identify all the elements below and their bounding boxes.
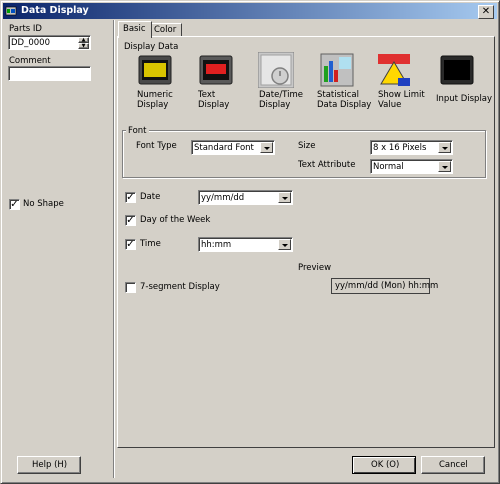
display-type-input[interactable]: Input Display: [434, 52, 494, 114]
close-button[interactable]: ✕: [478, 5, 494, 19]
day-of-week-checkbox[interactable]: ✓: [125, 215, 136, 226]
font-type-label: Font Type: [136, 141, 177, 151]
tab-basic[interactable]: Basic: [118, 21, 152, 38]
chevron-down-icon[interactable]: [438, 161, 451, 172]
ok-button-label: OK (O): [371, 460, 400, 470]
app-icon: [5, 6, 17, 16]
text-attribute-select[interactable]: Normal: [370, 159, 453, 174]
time-format-value: hh:mm: [201, 240, 232, 250]
display-type-date-time[interactable]: Date/Time Display: [256, 52, 306, 114]
size-select[interactable]: 8 x 16 Pixels: [370, 140, 453, 155]
tab-basic-label: Basic: [123, 24, 146, 34]
text-attribute-value: Normal: [373, 162, 404, 172]
preview-value: yy/mm/dd (Mon) hh:mm: [335, 281, 439, 291]
text-display-label: Text Display: [198, 90, 230, 110]
time-label: Time: [140, 239, 161, 249]
preview-label: Preview: [298, 263, 332, 273]
date-checkbox[interactable]: ✓: [125, 192, 136, 203]
display-type-show-limit[interactable]: Show Limit Value: [376, 52, 426, 114]
chevron-down-icon[interactable]: [260, 142, 273, 153]
seven-segment-checkbox[interactable]: [125, 282, 136, 293]
text-display-icon: [198, 52, 234, 88]
window-title: Data Display: [21, 5, 89, 16]
show-limit-value-icon: [376, 52, 412, 88]
chevron-down-icon[interactable]: [278, 239, 291, 250]
date-time-display-label: Date/Time Display: [259, 90, 303, 110]
help-button[interactable]: Help (H): [17, 456, 81, 474]
numeric-display-icon: [137, 52, 173, 88]
time-format-select[interactable]: hh:mm: [198, 237, 293, 252]
display-type-numeric[interactable]: Numeric Display: [133, 52, 183, 114]
tab-panel: Display Data Numeric Display Text Display …: [117, 36, 495, 448]
ok-button[interactable]: OK (O): [352, 456, 416, 474]
help-button-label: Help (H): [32, 460, 68, 470]
show-limit-value-label: Show Limit Value: [378, 90, 425, 110]
chevron-down-icon[interactable]: [278, 192, 291, 203]
parts-id-spinner[interactable]: ▲ ▼: [78, 37, 89, 49]
size-value: 8 x 16 Pixels: [373, 143, 427, 153]
cancel-button[interactable]: Cancel: [421, 456, 485, 474]
statistical-data-display-icon: [319, 52, 355, 88]
cancel-button-label: Cancel: [439, 460, 468, 470]
time-checkbox[interactable]: ✓: [125, 239, 136, 250]
left-panel: Parts ID DD_0000 ▲ ▼ Comment ✓ No Shape: [3, 20, 113, 478]
numeric-display-label: Numeric Display: [137, 90, 173, 110]
input-display-icon: [439, 52, 475, 88]
date-format-value: yy/mm/dd: [201, 193, 245, 203]
panel-divider: [113, 20, 114, 478]
input-display-label: Input Display: [436, 94, 493, 104]
close-icon: ✕: [481, 6, 491, 17]
display-type-statistical[interactable]: Statistical Data Display: [315, 52, 373, 114]
comment-label: Comment: [9, 56, 51, 66]
date-label: Date: [140, 192, 161, 202]
tab-color[interactable]: Color: [150, 23, 182, 37]
no-shape-checkbox[interactable]: ✓: [9, 199, 20, 210]
date-format-select[interactable]: yy/mm/dd: [198, 190, 293, 205]
spin-down-icon[interactable]: ▼: [78, 43, 89, 49]
parts-id-field[interactable]: DD_0000 ▲ ▼: [8, 35, 91, 50]
font-group-label: Font: [126, 126, 149, 136]
chevron-down-icon[interactable]: [438, 142, 451, 153]
preview-box: yy/mm/dd (Mon) hh:mm: [331, 278, 438, 294]
statistical-data-display-label: Statistical Data Display: [317, 90, 372, 110]
font-type-select[interactable]: Standard Font: [191, 140, 275, 155]
display-type-text[interactable]: Text Display: [196, 52, 246, 114]
tab-color-label: Color: [154, 25, 177, 35]
display-data-label: Display Data: [124, 42, 179, 52]
title-bar[interactable]: Data Display ✕: [3, 3, 497, 19]
size-label: Size: [298, 141, 316, 151]
parts-id-value: DD_0000: [11, 38, 50, 48]
text-attribute-label: Text Attribute: [298, 160, 356, 170]
font-type-value: Standard Font: [194, 143, 254, 153]
parts-id-label: Parts ID: [9, 24, 42, 34]
day-of-week-label: Day of the Week: [140, 215, 211, 225]
no-shape-label: No Shape: [23, 199, 64, 209]
font-group: Font Font Type Standard Font Size 8 x 16…: [122, 126, 486, 178]
date-time-display-icon: [258, 52, 294, 88]
seven-segment-label: 7-segment Display: [140, 282, 220, 292]
comment-field[interactable]: [8, 66, 91, 81]
